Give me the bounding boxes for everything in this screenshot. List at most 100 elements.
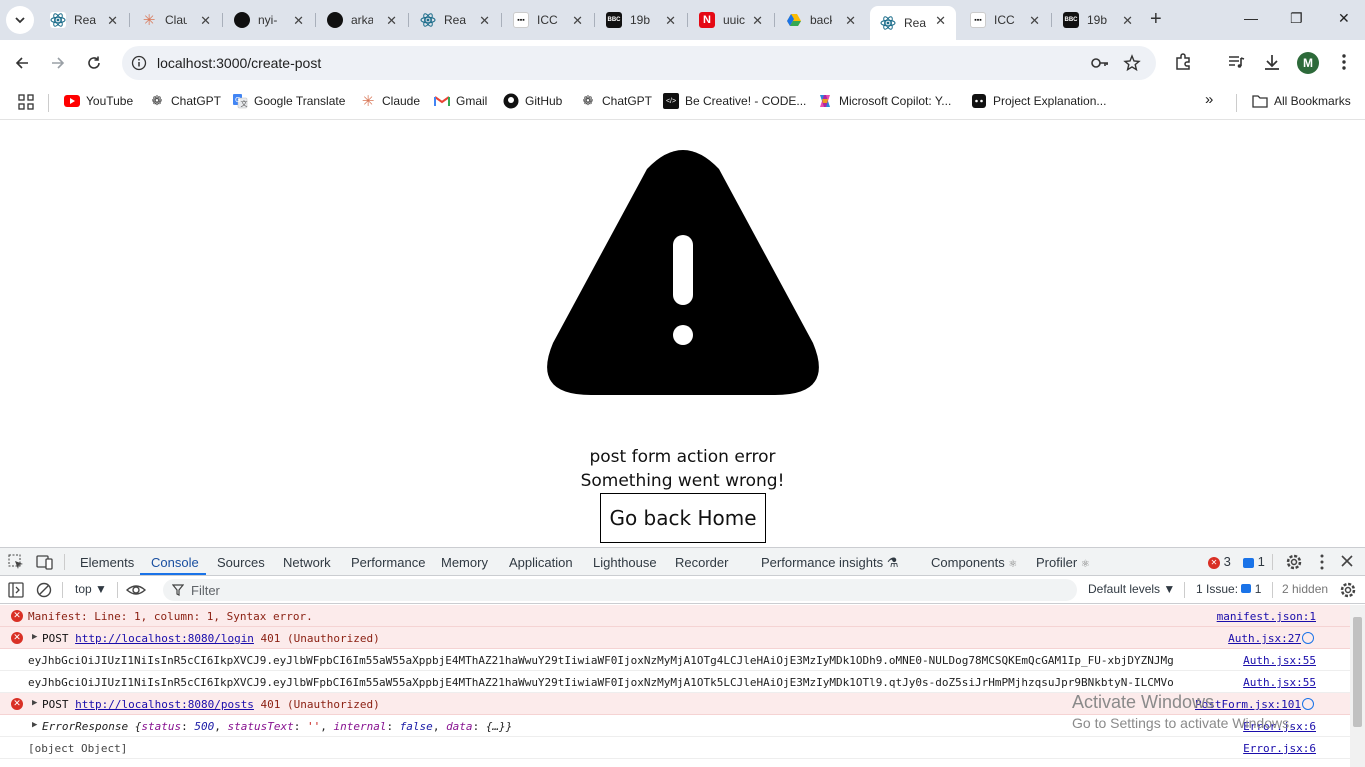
device-toolbar-icon[interactable]: [36, 554, 54, 570]
tab-close-icon[interactable]: ✕: [752, 13, 763, 29]
browser-tab-1[interactable]: React ✕: [40, 6, 128, 34]
browser-tab-12[interactable]: BBC 19b ✕: [1053, 6, 1143, 34]
tab-close-icon[interactable]: ✕: [200, 13, 211, 29]
browser-tab-9[interactable]: back ✕: [776, 6, 866, 34]
browser-tab-5[interactable]: React ✕: [410, 6, 500, 34]
devtools-menu-icon[interactable]: [1314, 553, 1330, 571]
tab-close-icon[interactable]: ✕: [935, 13, 946, 29]
go-back-home-button[interactable]: Go back Home: [600, 493, 766, 543]
source-link[interactable]: Auth.jsx:27: [1228, 632, 1301, 645]
request-url-link[interactable]: http://localhost:8080/posts: [75, 698, 254, 711]
devtools-tab-console[interactable]: Console: [151, 555, 199, 570]
tab-close-icon[interactable]: ✕: [845, 13, 856, 29]
browser-tab-active[interactable]: React ✕: [870, 6, 956, 40]
bookmark-youtube[interactable]: YouTube: [64, 93, 133, 109]
extensions-icon[interactable]: [1173, 52, 1193, 72]
bookmark-claude[interactable]: ✳ Claude: [360, 93, 420, 110]
error-counter[interactable]: ✕ 3: [1208, 554, 1231, 569]
profile-avatar[interactable]: M: [1297, 52, 1319, 74]
console-settings-icon[interactable]: [1339, 581, 1357, 599]
browser-tab-2[interactable]: ✳ Claude ✕: [131, 6, 221, 34]
minimize-button[interactable]: —: [1244, 10, 1258, 26]
tab-close-icon[interactable]: ✕: [479, 13, 490, 29]
url-text[interactable]: localhost:3000/create-post: [157, 55, 321, 71]
activate-windows-title: Activate Windows: [1072, 692, 1215, 712]
source-link[interactable]: Error.jsx:6: [1243, 742, 1316, 755]
apps-grid-icon[interactable]: [18, 94, 34, 110]
tab-close-icon[interactable]: ✕: [572, 13, 583, 29]
tab-close-icon[interactable]: ✕: [665, 13, 676, 29]
bookmark-google-translate[interactable]: G文 Google Translate: [232, 93, 345, 109]
issues-link[interactable]: 1 Issue: 1: [1196, 582, 1261, 596]
filter-input[interactable]: Filter: [163, 579, 1077, 601]
tab-close-icon[interactable]: ✕: [1122, 13, 1133, 29]
browser-tab-4[interactable]: arka ✕: [317, 6, 407, 34]
inspect-element-icon[interactable]: [8, 554, 24, 570]
all-bookmarks-button[interactable]: All Bookmarks: [1252, 93, 1351, 109]
network-globe-icon[interactable]: [1302, 632, 1314, 644]
tab-search-button[interactable]: [6, 6, 34, 34]
bookmark-chatgpt[interactable]: ❁ ChatGPT: [149, 93, 221, 109]
tab-close-icon[interactable]: ✕: [107, 13, 118, 29]
devtools-tab-memory[interactable]: Memory: [441, 555, 488, 570]
bookmark-github[interactable]: GitHub: [503, 93, 562, 109]
context-selector[interactable]: top ▼: [75, 582, 107, 596]
more-bookmarks-button[interactable]: »: [1205, 91, 1213, 108]
browser-tab-3[interactable]: nyi- ✕: [224, 6, 314, 34]
info-icon[interactable]: [131, 55, 147, 71]
kebab-menu-icon[interactable]: [1334, 52, 1354, 72]
browser-tab-8[interactable]: N uuic ✕: [689, 6, 773, 34]
bookmark-gmail[interactable]: Gmail: [434, 93, 487, 109]
tab-close-icon[interactable]: ✕: [293, 13, 304, 29]
close-devtools-icon[interactable]: [1340, 554, 1354, 568]
devtools-tab-elements[interactable]: Elements: [80, 555, 134, 570]
devtools-tab-profiler[interactable]: Profiler ⚛: [1036, 555, 1090, 570]
close-window-button[interactable]: ✕: [1338, 10, 1350, 27]
devtools-tab-sources[interactable]: Sources: [217, 555, 265, 570]
clear-console-icon[interactable]: [36, 582, 52, 598]
network-globe-icon[interactable]: [1302, 698, 1314, 710]
react-icon: [50, 12, 66, 28]
devtools-tab-lighthouse[interactable]: Lighthouse: [593, 555, 657, 570]
star-icon[interactable]: [1123, 54, 1141, 72]
forward-button[interactable]: [46, 51, 70, 75]
source-link[interactable]: manifest.json:1: [1217, 610, 1316, 623]
reload-button[interactable]: [82, 51, 106, 75]
download-icon[interactable]: [1262, 52, 1282, 72]
devtools-tab-recorder[interactable]: Recorder: [675, 555, 728, 570]
expand-triangle-icon[interactable]: ▶: [32, 698, 37, 708]
restore-button[interactable]: ❐: [1290, 10, 1303, 27]
browser-tab-7[interactable]: BBC 19b ✕: [596, 6, 686, 34]
bookmark-be-creative[interactable]: </> Be Creative! - CODE...: [663, 93, 806, 109]
address-bar[interactable]: localhost:3000/create-post: [122, 46, 1156, 80]
sidebar-toggle-icon[interactable]: [8, 582, 24, 598]
eye-icon[interactable]: [126, 582, 146, 598]
console-scrollbar[interactable]: [1350, 605, 1365, 767]
bookmark-chatgpt-2[interactable]: ❁ ChatGPT: [580, 93, 652, 109]
tab-close-icon[interactable]: ✕: [1029, 13, 1040, 29]
issue-counter[interactable]: 1: [1243, 554, 1265, 569]
media-controls-icon[interactable]: [1226, 52, 1246, 72]
source-link[interactable]: Auth.jsx:55: [1243, 654, 1316, 667]
settings-gear-icon[interactable]: [1285, 553, 1303, 571]
log-levels-dropdown[interactable]: Default levels ▼: [1088, 582, 1175, 596]
request-url-link[interactable]: http://localhost:8080/login: [75, 632, 254, 645]
browser-tab-11[interactable]: ▪▪▪ ICC ✕: [960, 6, 1050, 34]
error-title: post form action error: [589, 447, 776, 467]
devtools-tab-application[interactable]: Application: [509, 555, 573, 570]
back-button[interactable]: [10, 51, 34, 75]
bookmark-project-explanation[interactable]: Project Explanation...: [971, 93, 1106, 109]
scrollbar-thumb[interactable]: [1353, 617, 1362, 727]
devtools-tab-components[interactable]: Components ⚛: [931, 555, 1017, 570]
expand-triangle-icon[interactable]: ▶: [32, 632, 37, 642]
key-icon[interactable]: [1090, 54, 1110, 72]
devtools-tab-performance-insights[interactable]: Performance insights ⚗: [761, 555, 898, 571]
source-link[interactable]: Auth.jsx:55: [1243, 676, 1316, 689]
browser-tab-6[interactable]: ▪▪▪ ICC ✕: [503, 6, 593, 34]
expand-triangle-icon[interactable]: ▶: [32, 720, 37, 730]
devtools-tab-network[interactable]: Network: [283, 555, 331, 570]
tab-close-icon[interactable]: ✕: [386, 13, 397, 29]
bookmark-copilot[interactable]: Microsoft Copilot: Y...: [817, 93, 951, 109]
devtools-tab-performance[interactable]: Performance: [351, 555, 425, 570]
new-tab-button[interactable]: +: [1150, 9, 1162, 29]
